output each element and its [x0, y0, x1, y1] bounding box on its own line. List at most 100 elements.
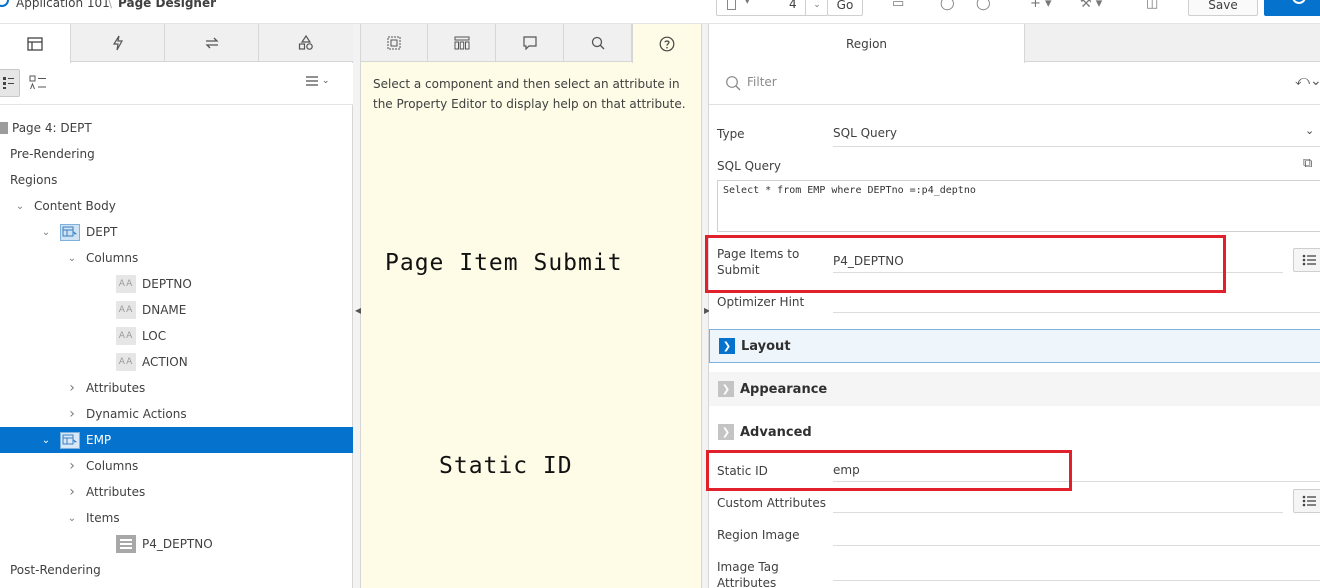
chevron-down-icon: ⌄: [322, 76, 330, 86]
tab-messages[interactable]: [496, 24, 564, 62]
chevron-down-icon[interactable]: ⌄: [40, 226, 52, 238]
group-advanced[interactable]: ❯ Advanced: [709, 415, 1320, 449]
tree-node[interactable]: P4_DEPTNO: [0, 531, 353, 557]
redo-icon[interactable]: ◯: [976, 0, 991, 11]
list-icon: [1302, 495, 1316, 507]
tree-node-label: Columns: [86, 459, 139, 473]
run-page-button[interactable]: [1264, 0, 1320, 16]
tree-node[interactable]: Pre-Rendering: [0, 141, 353, 167]
middle-tab-bar: [361, 24, 701, 63]
tree-node-label: Regions: [10, 173, 58, 187]
optimizer-hint-input[interactable]: [833, 312, 1320, 313]
items-picker-button[interactable]: [1293, 248, 1320, 272]
tab-gallery[interactable]: [428, 24, 496, 62]
go-button-label: Go: [836, 0, 854, 12]
tree-node-label: Items: [86, 511, 120, 525]
page-spinner[interactable]: ⌄: [805, 0, 828, 15]
rendering-panel: ⌄ Page 4: DEPT Pre-Rendering Regions ⌄ Conte…: [0, 24, 353, 588]
tab-processing[interactable]: [165, 24, 259, 62]
chevron-down-icon[interactable]: ⌄: [66, 252, 78, 264]
save-button[interactable]: Save: [1188, 0, 1258, 16]
chevron-right-icon[interactable]: ›: [66, 380, 78, 396]
right-splitter[interactable]: ▶: [701, 24, 710, 588]
lock-icon[interactable]: ▭: [892, 0, 904, 11]
tab-shared-components[interactable]: [259, 24, 353, 62]
processing-icon: [204, 37, 219, 49]
play-icon: [1292, 0, 1306, 4]
tree-node[interactable]: › Dynamic Actions: [0, 401, 353, 427]
page-icon: [727, 0, 736, 10]
custom-attributes-label: Custom Attributes: [717, 496, 827, 510]
custom-attributes-input[interactable]: [833, 512, 1283, 513]
tree-node[interactable]: ⌄ Columns: [0, 245, 353, 271]
page-number-field[interactable]: 4: [789, 0, 797, 11]
tree-node[interactable]: Regions: [0, 167, 353, 193]
annotation-static-id: Static ID: [439, 453, 573, 479]
tree-node[interactable]: AA DEPTNO: [0, 271, 353, 297]
region-image-input[interactable]: [833, 545, 1320, 546]
tree-node[interactable]: › Attributes: [0, 479, 353, 505]
chevron-right-icon[interactable]: ›: [66, 484, 78, 500]
custom-attributes-button[interactable]: [1293, 489, 1320, 513]
tree-node[interactable]: AA ACTION: [0, 349, 353, 375]
tab-help[interactable]: [632, 24, 701, 63]
annotation-page-item-submit: Page Item Submit: [385, 250, 623, 276]
utilities-menu-icon[interactable]: ⚒ ▾: [1080, 0, 1102, 11]
tab-grid-layout[interactable]: [361, 24, 428, 62]
chevron-down-icon[interactable]: ⌄: [40, 434, 52, 446]
go-to-group-icon[interactable]: ⤺⌄: [1295, 73, 1320, 89]
group-layout-title: Layout: [741, 338, 791, 354]
group-advanced-title: Advanced: [740, 424, 812, 440]
tree-node[interactable]: › Columns: [0, 453, 353, 479]
tree-node[interactable]: Page 4: DEPT: [0, 115, 353, 141]
tab-region[interactable]: Region: [709, 24, 1025, 63]
chevron-right-icon[interactable]: ›: [66, 458, 78, 474]
list-icon: [1302, 254, 1316, 266]
component-view-button[interactable]: [26, 69, 50, 97]
group-layout[interactable]: ❯ Layout: [709, 329, 1320, 363]
chevron-down-icon[interactable]: ⌄: [66, 512, 78, 524]
type-select[interactable]: SQL Query: [833, 126, 897, 140]
sql-query-editor[interactable]: Select * from EMP where DEPTno =:p4_dept…: [717, 180, 1320, 232]
tab-dynamic-actions[interactable]: [71, 24, 165, 62]
left-splitter[interactable]: ◀: [353, 24, 361, 588]
save-button-label: Save: [1208, 0, 1238, 12]
tree-node-label: EMP: [86, 433, 112, 447]
go-button[interactable]: Go: [827, 0, 863, 16]
group-appearance[interactable]: ❯ Appearance: [709, 372, 1320, 406]
tree-node[interactable]: ⌄ EMP: [0, 427, 353, 453]
tree-node-label: DEPT: [86, 225, 118, 239]
tree-node[interactable]: ⌄ Items: [0, 505, 353, 531]
property-tab-bar: Region: [709, 24, 1320, 63]
page-selector[interactable]: ▾ 4 ⌄: [716, 0, 828, 16]
tree-node-label: DEPTNO: [142, 277, 192, 291]
column-icon: AA: [116, 353, 136, 371]
grid-tree-view-button[interactable]: [0, 69, 20, 97]
shared-components-icon[interactable]: ◫: [1146, 0, 1158, 11]
tree-node[interactable]: AA LOC: [0, 323, 353, 349]
filter-input[interactable]: [747, 75, 1047, 89]
chevron-down-icon[interactable]: ⌄: [1305, 124, 1314, 137]
chevron-down-icon[interactable]: ⌄: [14, 200, 26, 212]
tree-menu-button[interactable]: ⌄: [306, 76, 330, 86]
breadcrumb-separator: \: [108, 0, 113, 10]
tree-node[interactable]: Post-Rendering: [0, 557, 353, 583]
tree-node[interactable]: ⌄ Content Body: [0, 193, 353, 219]
tree-node[interactable]: AA DNAME: [0, 297, 353, 323]
undo-icon[interactable]: ◯: [940, 0, 955, 11]
search-icon: [726, 76, 741, 91]
tree-node[interactable]: › Attributes: [0, 375, 353, 401]
tree-node-label: Attributes: [86, 381, 146, 395]
column-icon: AA: [116, 275, 136, 293]
image-tag-attributes-input[interactable]: [833, 580, 1320, 581]
lightning-icon: [112, 35, 123, 51]
chevron-right-icon[interactable]: ›: [66, 406, 78, 422]
tab-rendering[interactable]: [0, 24, 71, 63]
tab-search[interactable]: [564, 24, 632, 62]
tree-node[interactable]: ⌄ DEPT: [0, 219, 353, 245]
gallery-icon: [454, 36, 469, 50]
breadcrumb-application[interactable]: Application 101: [16, 0, 110, 10]
expand-editor-icon[interactable]: ⧉: [1303, 156, 1312, 171]
tree-node-label: Page 4: DEPT: [12, 121, 92, 135]
create-menu-icon[interactable]: + ▾: [1030, 0, 1052, 11]
